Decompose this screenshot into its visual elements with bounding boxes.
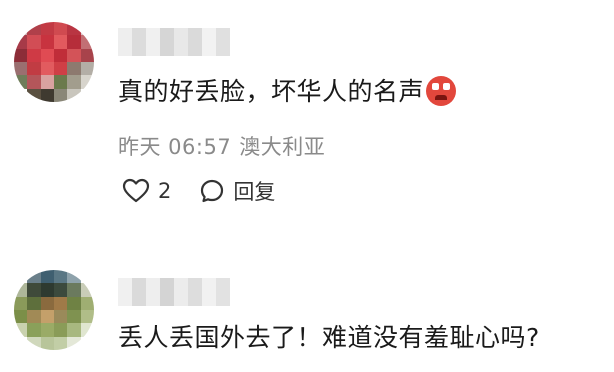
comment-location: 澳大利亚 (239, 135, 326, 159)
username-blurred[interactable] (118, 278, 230, 306)
reply-label: 回复 (233, 180, 276, 204)
like-count: 2 (158, 179, 172, 203)
comment-actions: 2 回复 (122, 176, 275, 206)
angry-devil-emoji-icon (426, 76, 457, 106)
comment-text: 真的好丢脸，坏华人的名声 (118, 76, 457, 108)
avatar[interactable] (14, 270, 94, 350)
comment-time: 昨天 06:57 (118, 135, 232, 159)
comment-text-content: 真的好丢脸，坏华人的名声 (118, 77, 425, 106)
comment-text-content: 丢人丢国外去了！难道没有羞耻心吗? (118, 323, 540, 352)
speech-bubble-icon (201, 179, 224, 203)
username-blurred[interactable] (118, 28, 230, 56)
comment-meta: 昨天 06:57 澳大利亚 (118, 131, 325, 161)
avatar[interactable] (14, 22, 94, 102)
reply-button[interactable]: 回复 (199, 176, 275, 206)
heart-icon (122, 178, 150, 203)
comment-text: 丢人丢国外去了！难道没有羞耻心吗? (118, 322, 540, 354)
like-button[interactable]: 2 (122, 178, 171, 204)
